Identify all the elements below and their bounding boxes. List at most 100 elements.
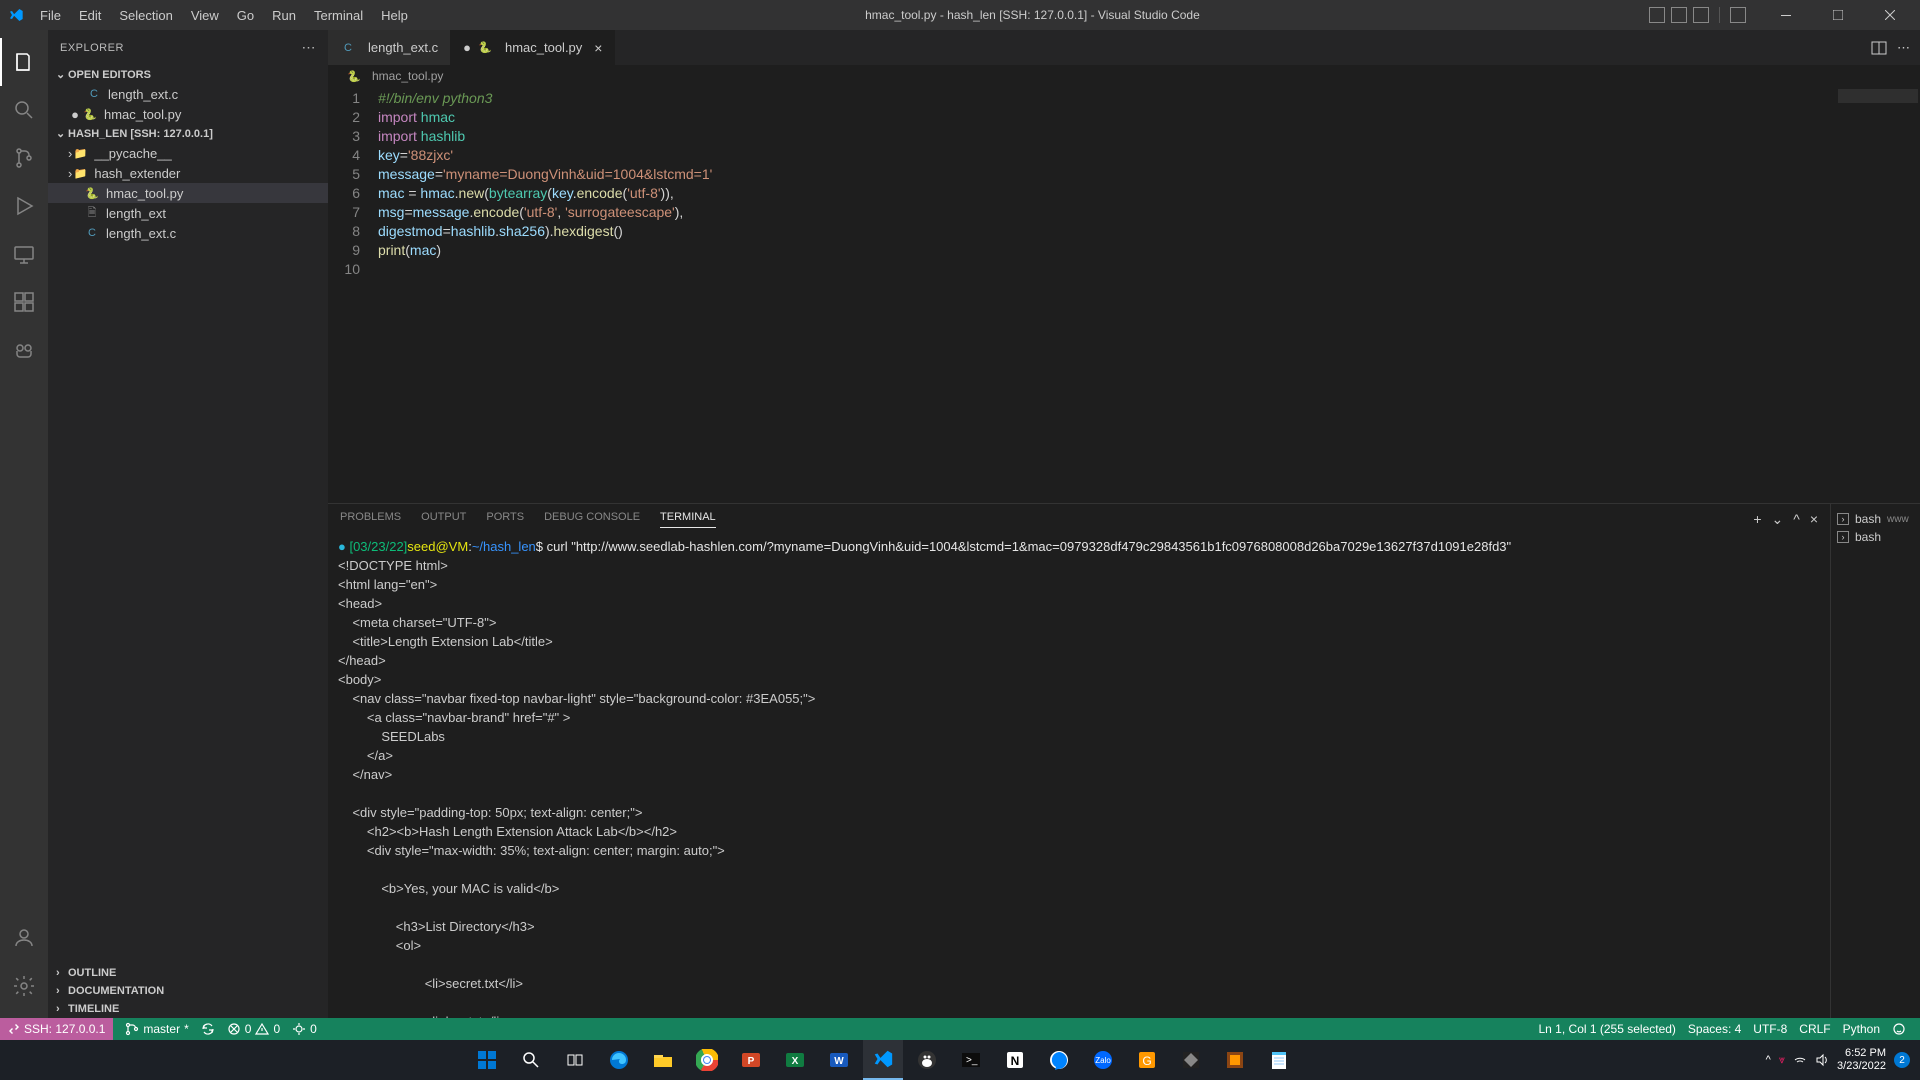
- taskbar-search-icon[interactable]: [511, 1040, 551, 1080]
- activity-extensions-icon[interactable]: [0, 278, 48, 326]
- panel-tab-ports[interactable]: PORTS: [486, 511, 524, 527]
- activity-accounts-icon[interactable]: [0, 914, 48, 962]
- status-eol[interactable]: CRLF: [1793, 1022, 1836, 1036]
- windows-taskbar: P X W >_ N Zalo G ^ ⩔ 6:52 PM 3/23/2022 …: [0, 1040, 1920, 1080]
- menu-selection[interactable]: Selection: [111, 4, 180, 27]
- code-editor[interactable]: 12345678910 #!/bin/env python3import hma…: [328, 87, 1920, 503]
- taskbar-messenger-icon[interactable]: [1039, 1040, 1079, 1080]
- taskbar-vscode-icon[interactable]: [863, 1040, 903, 1080]
- activity-copilot-icon[interactable]: [0, 326, 48, 374]
- more-actions-icon[interactable]: ⋯: [1897, 40, 1910, 56]
- activity-settings-icon[interactable]: [0, 962, 48, 1010]
- documentation-section[interactable]: ›DOCUMENTATION: [48, 982, 328, 1000]
- status-problems[interactable]: 0 0: [221, 1022, 286, 1036]
- taskbar-excel-icon[interactable]: X: [775, 1040, 815, 1080]
- file-item[interactable]: 🐍 hmac_tool.py: [48, 183, 328, 203]
- tray-clock[interactable]: 6:52 PM 3/23/2022: [1837, 1047, 1886, 1073]
- file-item[interactable]: 🗎 length_ext: [48, 203, 328, 223]
- tray-notifications-badge[interactable]: 2: [1894, 1052, 1910, 1068]
- panel-tab-output[interactable]: OUTPUT: [421, 511, 466, 527]
- activity-remote-explorer-icon[interactable]: [0, 230, 48, 278]
- taskbar-chrome-icon[interactable]: [687, 1040, 727, 1080]
- menu-edit[interactable]: Edit: [71, 4, 109, 27]
- status-remote[interactable]: SSH: 127.0.0.1: [0, 1018, 113, 1040]
- activity-source-control-icon[interactable]: [0, 134, 48, 182]
- taskbar-app-icon[interactable]: G: [1127, 1040, 1167, 1080]
- status-encoding[interactable]: UTF-8: [1747, 1022, 1793, 1036]
- close-icon[interactable]: ×: [594, 40, 602, 56]
- close-panel-icon[interactable]: ×: [1810, 511, 1818, 528]
- toggle-secondary-sidebar-icon[interactable]: [1693, 7, 1709, 23]
- open-editor-item[interactable]: C length_ext.c: [48, 84, 328, 104]
- terminal-dropdown-icon[interactable]: ⌄: [1772, 511, 1784, 528]
- explorer-more-icon[interactable]: ⋯: [302, 39, 317, 56]
- status-branch[interactable]: master *: [119, 1022, 194, 1036]
- menu-go[interactable]: Go: [229, 4, 262, 27]
- svg-text:N: N: [1010, 1054, 1019, 1068]
- taskbar-app-icon[interactable]: [1171, 1040, 1211, 1080]
- status-cursor-position[interactable]: Ln 1, Col 1 (255 selected): [1533, 1022, 1682, 1036]
- file-item[interactable]: C length_ext.c: [48, 223, 328, 243]
- tray-wifi-icon[interactable]: [1793, 1053, 1807, 1067]
- open-editor-item[interactable]: ● 🐍 hmac_tool.py: [48, 104, 328, 124]
- taskbar-word-icon[interactable]: W: [819, 1040, 859, 1080]
- panel-tab-terminal[interactable]: TERMINAL: [660, 511, 716, 528]
- workspace-section[interactable]: ⌄ HASH_LEN [SSH: 127.0.0.1]: [48, 124, 328, 143]
- taskbar-powerpoint-icon[interactable]: P: [731, 1040, 771, 1080]
- activity-explorer-icon[interactable]: [0, 38, 48, 86]
- separator: [1719, 7, 1720, 23]
- status-sync[interactable]: [195, 1022, 221, 1036]
- tray-chevron-icon[interactable]: ^: [1766, 1054, 1771, 1066]
- outline-section[interactable]: ›OUTLINE: [48, 964, 328, 982]
- breadcrumbs[interactable]: 🐍 hmac_tool.py: [328, 65, 1920, 87]
- open-editors-section[interactable]: ⌄ OPEN EDITORS: [48, 65, 328, 84]
- customize-layout-icon[interactable]: [1730, 7, 1746, 23]
- maximize-panel-icon[interactable]: ^: [1793, 511, 1800, 528]
- editor-tab[interactable]: ● 🐍 hmac_tool.py ×: [451, 30, 615, 65]
- taskbar-notepad-icon[interactable]: [1259, 1040, 1299, 1080]
- menu-terminal[interactable]: Terminal: [306, 4, 371, 27]
- menu-view[interactable]: View: [183, 4, 227, 27]
- status-ports[interactable]: 0: [286, 1022, 323, 1036]
- taskbar-linux-icon[interactable]: [907, 1040, 947, 1080]
- toggle-panel-icon[interactable]: [1671, 7, 1687, 23]
- status-feedback-icon[interactable]: [1886, 1022, 1912, 1036]
- taskbar-terminal-icon[interactable]: >_: [951, 1040, 991, 1080]
- tray-volume-icon[interactable]: [1815, 1053, 1829, 1067]
- terminal-output[interactable]: ● [03/23/22]seed@VM:~/hash_len$ curl "ht…: [328, 534, 1830, 1018]
- menu-file[interactable]: File: [32, 4, 69, 27]
- minimize-button[interactable]: [1764, 0, 1808, 30]
- folder-item[interactable]: › 📁 hash_extender: [48, 163, 328, 183]
- taskbar-task-view-icon[interactable]: [555, 1040, 595, 1080]
- terminal-list-item[interactable]: ›bash www: [1837, 510, 1914, 528]
- open-editors-label: OPEN EDITORS: [68, 69, 151, 81]
- tray-app-icon[interactable]: ⩔: [1779, 1054, 1785, 1067]
- panel-tab-debug-console[interactable]: DEBUG CONSOLE: [544, 511, 640, 527]
- taskbar-file-explorer-icon[interactable]: [643, 1040, 683, 1080]
- taskbar-zalo-icon[interactable]: Zalo: [1083, 1040, 1123, 1080]
- maximize-button[interactable]: [1816, 0, 1860, 30]
- terminal-list-item[interactable]: ›bash: [1837, 528, 1914, 546]
- timeline-label: TIMELINE: [68, 1003, 119, 1015]
- new-terminal-icon[interactable]: +: [1753, 511, 1761, 528]
- menu-help[interactable]: Help: [373, 4, 416, 27]
- taskbar-edge-icon[interactable]: [599, 1040, 639, 1080]
- taskbar-notion-icon[interactable]: N: [995, 1040, 1035, 1080]
- folder-item[interactable]: › 📁 __pycache__: [48, 143, 328, 163]
- activity-run-debug-icon[interactable]: [0, 182, 48, 230]
- status-language[interactable]: Python: [1837, 1022, 1886, 1036]
- close-button[interactable]: [1868, 0, 1912, 30]
- editor-tab[interactable]: C length_ext.c: [328, 30, 451, 65]
- activity-search-icon[interactable]: [0, 86, 48, 134]
- menu-run[interactable]: Run: [264, 4, 304, 27]
- timeline-section[interactable]: ›TIMELINE: [48, 1000, 328, 1018]
- explorer-title: EXPLORER: [60, 42, 124, 54]
- code-content[interactable]: #!/bin/env python3import hmacimport hash…: [378, 87, 1920, 503]
- taskbar-start-icon[interactable]: [467, 1040, 507, 1080]
- toggle-primary-sidebar-icon[interactable]: [1649, 7, 1665, 23]
- status-indentation[interactable]: Spaces: 4: [1682, 1022, 1747, 1036]
- minimap[interactable]: [1830, 87, 1920, 503]
- panel-tab-problems[interactable]: PROBLEMS: [340, 511, 401, 527]
- split-editor-icon[interactable]: [1871, 40, 1887, 56]
- taskbar-app-icon[interactable]: [1215, 1040, 1255, 1080]
